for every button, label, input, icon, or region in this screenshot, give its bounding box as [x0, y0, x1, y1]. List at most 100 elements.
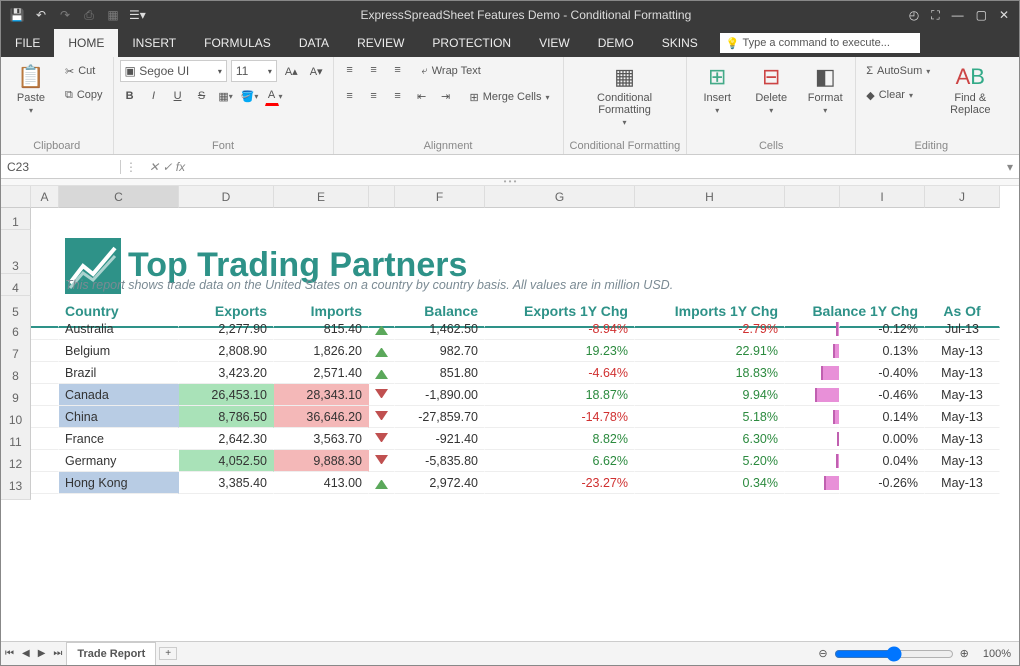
save-icon[interactable]: 💾	[9, 8, 25, 23]
fx-controls[interactable]: ✕ ✓ fx	[141, 160, 193, 174]
cell[interactable]: -921.40	[395, 428, 485, 450]
cell[interactable]: -0.26%	[840, 472, 925, 494]
cell[interactable]	[785, 450, 840, 472]
cell[interactable]	[31, 384, 59, 406]
cell[interactable]: 0.13%	[840, 340, 925, 362]
col-header[interactable]: E	[274, 186, 369, 208]
strike-button[interactable]: S	[192, 86, 212, 106]
minimize-icon[interactable]: —	[952, 8, 964, 23]
font-size-combo[interactable]: 11▾	[231, 60, 277, 82]
indent-inc-icon[interactable]: ⇥	[436, 86, 456, 106]
name-box[interactable]: C23	[1, 160, 121, 174]
cell-imports[interactable]: 9,888.30	[274, 450, 369, 472]
cell[interactable]: 0.14%	[840, 406, 925, 428]
font-color-button[interactable]: A	[264, 86, 284, 106]
tab-protection[interactable]: PROTECTION	[418, 29, 525, 57]
cell-country[interactable]: Australia	[59, 318, 179, 340]
tab-home[interactable]: HOME	[54, 29, 118, 57]
print-icon[interactable]: ⎙	[81, 8, 97, 23]
autosum-button[interactable]: Σ AutoSum	[862, 60, 934, 82]
cond-format-button[interactable]: ▦Conditional Formatting	[570, 60, 680, 127]
wrap-text-button[interactable]: ⤶ Wrap Text	[418, 60, 485, 82]
nav-next-icon[interactable]: ▶	[34, 648, 50, 659]
cell[interactable]: -5,835.80	[395, 450, 485, 472]
cell[interactable]	[31, 428, 59, 450]
col-header[interactable]: G	[485, 186, 635, 208]
bold-button[interactable]: B	[120, 86, 140, 106]
cell[interactable]	[785, 362, 840, 384]
cell[interactable]	[31, 450, 59, 472]
col-header[interactable]: C	[59, 186, 179, 208]
cell[interactable]: -4.64%	[485, 362, 635, 384]
formula-bar-gripper[interactable]: • • •	[1, 179, 1019, 186]
cell[interactable]: -8.94%	[485, 318, 635, 340]
cell[interactable]: 1,462.50	[395, 318, 485, 340]
cell[interactable]	[31, 252, 59, 274]
align-mid-icon[interactable]: ≡	[364, 60, 384, 80]
cell-imports[interactable]: 1,826.20	[274, 340, 369, 362]
cell-exports[interactable]: 2,642.30	[179, 428, 274, 450]
cell[interactable]: 982.70	[395, 340, 485, 362]
row-header[interactable]: 1	[1, 208, 31, 230]
align-right-icon[interactable]: ≡	[388, 86, 408, 106]
insert-button[interactable]: ⊞Insert	[693, 60, 741, 115]
cell[interactable]	[369, 208, 395, 230]
command-search[interactable]: 💡 Type a command to execute...	[720, 33, 920, 53]
format-button[interactable]: ◧Format	[801, 60, 849, 115]
cell[interactable]: May-13	[925, 450, 1000, 472]
underline-button[interactable]: U	[168, 86, 188, 106]
cell[interactable]	[369, 252, 395, 274]
close-icon[interactable]: ✕	[999, 8, 1009, 23]
row-header[interactable]: 13	[1, 472, 31, 500]
cell[interactable]: May-13	[925, 472, 1000, 494]
tab-review[interactable]: REVIEW	[343, 29, 418, 57]
clear-button[interactable]: ◆ Clear	[862, 84, 934, 106]
col-header[interactable]	[369, 186, 395, 208]
font-name-combo[interactable]: ▣ Segoe UI▾	[120, 60, 227, 82]
cell[interactable]: -0.12%	[840, 318, 925, 340]
tab-demo[interactable]: DEMO	[584, 29, 648, 57]
touch-icon[interactable]: ☰▾	[129, 8, 145, 23]
tab-view[interactable]: VIEW	[525, 29, 584, 57]
cell[interactable]	[369, 406, 395, 428]
cell[interactable]: -23.27%	[485, 472, 635, 494]
col-header[interactable]: H	[635, 186, 785, 208]
cell-country[interactable]: Brazil	[59, 362, 179, 384]
indent-dec-icon[interactable]: ⇤	[412, 86, 432, 106]
cell[interactable]	[925, 252, 1000, 274]
cell[interactable]: 18.87%	[485, 384, 635, 406]
cell[interactable]	[369, 362, 395, 384]
cell[interactable]	[59, 208, 179, 230]
cell[interactable]	[31, 274, 59, 296]
worksheet[interactable]: ACDEFGHIJ12 Top Trading Partners34This r…	[1, 186, 1019, 641]
paste-button[interactable]: 📋Paste	[7, 60, 55, 115]
cell[interactable]: 22.91%	[635, 340, 785, 362]
col-header[interactable]: D	[179, 186, 274, 208]
cell[interactable]	[840, 208, 925, 230]
cell[interactable]	[785, 428, 840, 450]
help-icon[interactable]: ◴	[909, 8, 919, 23]
border-button[interactable]: ▦	[216, 86, 236, 106]
cell[interactable]: May-13	[925, 384, 1000, 406]
undo-icon[interactable]: ↶	[33, 8, 49, 23]
cell[interactable]: -1,890.00	[395, 384, 485, 406]
find-button[interactable]: ABFind & Replace	[940, 60, 1000, 116]
row-header[interactable]: 4	[1, 274, 31, 296]
align-center-icon[interactable]: ≡	[364, 86, 384, 106]
cell[interactable]: 0.00%	[840, 428, 925, 450]
cell[interactable]	[179, 252, 274, 274]
cell-exports[interactable]: 2,277.90	[179, 318, 274, 340]
cell-exports[interactable]: 3,423.20	[179, 362, 274, 384]
col-header[interactable]: F	[395, 186, 485, 208]
cell[interactable]: 6.62%	[485, 450, 635, 472]
cell[interactable]: -14.78%	[485, 406, 635, 428]
cell[interactable]: 18.83%	[635, 362, 785, 384]
col-header[interactable]	[1, 186, 31, 208]
add-sheet-icon[interactable]: +	[159, 647, 177, 660]
cell[interactable]: May-13	[925, 406, 1000, 428]
zoom-in-icon[interactable]: ⊕	[954, 647, 975, 660]
cell[interactable]	[274, 252, 369, 274]
cell[interactable]	[785, 340, 840, 362]
cell[interactable]: May-13	[925, 428, 1000, 450]
maximize-icon[interactable]: ▢	[976, 8, 987, 23]
